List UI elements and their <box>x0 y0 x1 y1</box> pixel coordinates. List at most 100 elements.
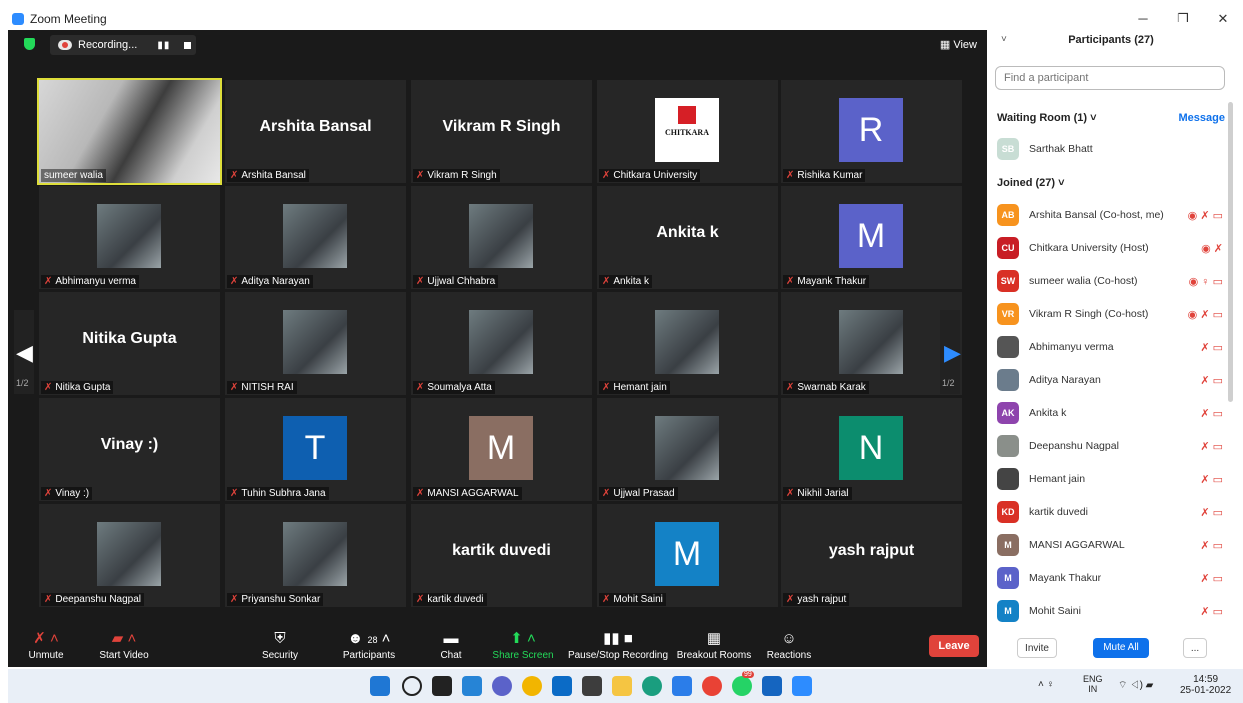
chat-button[interactable]: ▬ Chat <box>434 628 468 661</box>
mail-icon[interactable] <box>552 676 572 696</box>
tile-label-text: Ankita k <box>613 276 649 287</box>
participant-tile[interactable]: ✗ Hemant jain <box>597 292 778 395</box>
mute-all-button[interactable]: Mute All <box>1093 638 1149 658</box>
view-button[interactable]: ▦ View <box>940 38 977 51</box>
participant-tile[interactable]: ✗ Soumalya Atta <box>411 292 592 395</box>
message-waiting-button[interactable]: Message <box>1179 112 1225 124</box>
left-arrow-icon: ◀ <box>16 340 33 365</box>
participant-tile[interactable]: M ✗ MANSI AGGARWAL <box>411 398 592 501</box>
mic-muted-icon: ✗ <box>416 488 425 499</box>
participant-tile[interactable]: ✗ Abhimanyu verma <box>39 186 220 289</box>
participant-tile[interactable]: M ✗ Mohit Saini <box>597 504 778 607</box>
panel-header: ˅ Participants (27) <box>987 22 1235 58</box>
participant-tile[interactable]: Vinay :) ✗ Vinay :) <box>39 398 220 501</box>
participant-row[interactable]: Abhimanyu verma ✗ ▭ <box>997 332 1223 362</box>
participant-row[interactable]: SW sumeer walia (Co-host) ◉ ♀ ▭ <box>997 266 1223 296</box>
participant-row[interactable]: KD kartik duvedi ✗ ▭ <box>997 497 1223 527</box>
participant-tile[interactable]: T ✗ Tuhin Subhra Jana <box>225 398 406 501</box>
participant-name: Ankita k <box>1029 407 1067 419</box>
participant-status-icons: ✗ ▭ <box>1200 572 1223 585</box>
waiting-participant-row[interactable]: SB Sarthak Bhatt <box>997 134 1223 164</box>
invite-button[interactable]: Invite <box>1017 638 1057 658</box>
start-menu-icon[interactable] <box>370 676 390 696</box>
language-indicator[interactable]: ENG IN <box>1083 674 1103 694</box>
recording-indicator: Recording... ▮▮ <box>50 35 196 55</box>
encryption-shield-icon[interactable] <box>24 38 35 50</box>
participant-tile[interactable]: yash rajput ✗ yash rajput <box>781 504 962 607</box>
participant-row[interactable]: AB Arshita Bansal (Co-host, me) ◉ ✗ ▭ <box>997 200 1223 230</box>
participant-row[interactable]: M MANSI AGGARWAL ✗ ▭ <box>997 530 1223 560</box>
clock[interactable]: 14:59 25-01-2022 <box>1180 674 1231 696</box>
tile-name-text: Ankita k <box>656 224 719 241</box>
participant-row[interactable]: CU Chitkara University (Host) ◉ ✗ <box>997 233 1223 263</box>
participant-tile[interactable]: Nitika Gupta ✗ Nitika Gupta <box>39 292 220 395</box>
participant-row[interactable]: Hemant jain ✗ ▭ <box>997 464 1223 494</box>
joined-label: Joined (27) <box>997 177 1056 189</box>
todo-icon[interactable] <box>672 676 692 696</box>
unmute-button[interactable]: ✗ ˄ Unmute <box>26 628 66 661</box>
app-icon[interactable] <box>582 676 602 696</box>
participant-tile[interactable]: ✗ Ujjwal Prasad <box>597 398 778 501</box>
mic-muted-icon: ✗ <box>230 170 239 181</box>
task-view-icon[interactable] <box>432 676 452 696</box>
window-title: Zoom Meeting <box>30 12 107 26</box>
reactions-button[interactable]: ☺ Reactions <box>764 628 814 661</box>
next-page-button[interactable]: ▶ 1/2 <box>940 310 961 394</box>
participant-search-input[interactable] <box>995 66 1225 90</box>
participant-tile[interactable]: R ✗ Rishika Kumar <box>781 80 962 183</box>
security-label: Security <box>261 650 299 661</box>
edge-icon[interactable] <box>642 676 662 696</box>
tray-chevron-icon[interactable]: ˄ ♀ <box>1038 679 1054 690</box>
pause-recording-button[interactable]: ▮▮ ■ Pause/Stop Recording <box>566 628 670 661</box>
participant-tile[interactable]: Vikram R Singh ✗ Vikram R Singh <box>411 80 592 183</box>
participants-button[interactable]: ☻ 28 ˄ Participants <box>334 628 404 661</box>
breakout-rooms-button[interactable]: ▦ Breakout Rooms <box>676 628 752 661</box>
participant-tile[interactable]: ✗ Swarnab Karak <box>781 292 962 395</box>
zoom-taskbar-icon[interactable] <box>792 676 812 696</box>
participant-row[interactable]: Aditya Narayan ✗ ▭ <box>997 365 1223 395</box>
participant-tile[interactable]: N ✗ Nikhil Jarial <box>781 398 962 501</box>
search-icon[interactable] <box>402 676 422 696</box>
participant-tile[interactable]: ✗ Deepanshu Nagpal <box>39 504 220 607</box>
network-volume-battery-icon[interactable]: ⌔ ◁) ▰ <box>1118 679 1153 692</box>
chrome-profile-icon[interactable] <box>702 676 722 696</box>
pause-recording-icon[interactable]: ▮▮ <box>157 40 170 51</box>
participant-row[interactable]: Deepanshu Nagpal ✗ ▭ <box>997 431 1223 461</box>
participant-row[interactable]: M Mohit Saini ✗ ▭ <box>997 596 1223 626</box>
waiting-room-header[interactable]: Waiting Room (1) ˅ <box>997 112 1097 124</box>
participant-tile[interactable]: ✗ Aditya Narayan <box>225 186 406 289</box>
participant-tile[interactable]: ✗ Priyanshu Sonkar <box>225 504 406 607</box>
chrome-icon[interactable] <box>522 676 542 696</box>
start-video-button[interactable]: ▰ ˄ Start Video <box>94 628 154 661</box>
avatar <box>997 336 1019 358</box>
participant-name: Aditya Narayan <box>1029 374 1101 386</box>
teams-chat-icon[interactable] <box>492 676 512 696</box>
participant-tile[interactable]: Arshita Bansal ✗ Arshita Bansal <box>225 80 406 183</box>
share-screen-button[interactable]: ⬆ ˄ Share Screen <box>490 628 556 661</box>
participant-tile[interactable]: kartik duvedi ✗ kartik duvedi <box>411 504 592 607</box>
participant-row[interactable]: VR Vikram R Singh (Co-host) ◉ ✗ ▭ <box>997 299 1223 329</box>
avatar <box>997 468 1019 490</box>
stop-recording-icon[interactable] <box>184 41 192 49</box>
leave-button[interactable]: Leave <box>929 635 979 657</box>
participant-row[interactable]: AK Ankita k ✗ ▭ <box>997 398 1223 428</box>
whatsapp-icon[interactable]: 99 <box>732 671 754 696</box>
participant-tile[interactable]: M ✗ Mayank Thakur <box>781 186 962 289</box>
participant-tile[interactable]: ✗ NITISH RAI <box>225 292 406 395</box>
more-button[interactable]: ... <box>1183 638 1207 658</box>
mic-muted-icon: ✗ <box>602 488 611 499</box>
panel-scrollbar[interactable] <box>1228 102 1233 402</box>
widgets-icon[interactable] <box>462 676 482 696</box>
joined-header[interactable]: Joined (27) ˅ <box>997 177 1065 189</box>
participant-tile[interactable]: sumeer walia <box>37 78 222 185</box>
security-button[interactable]: ⛨ Security <box>260 628 300 661</box>
tile-label-text: Rishika Kumar <box>797 170 863 181</box>
prev-page-button[interactable]: ◀ 1/2 <box>14 310 34 394</box>
participant-tile[interactable]: ✗ Ujjwal Chhabra <box>411 186 592 289</box>
participant-tile[interactable]: CHITKARA ✗ Chitkara University <box>597 80 778 183</box>
participant-tile[interactable]: Ankita k ✗ Ankita k <box>597 186 778 289</box>
photos-icon[interactable] <box>762 676 782 696</box>
participant-row[interactable]: M Mayank Thakur ✗ ▭ <box>997 563 1223 593</box>
profile-photo <box>97 522 161 586</box>
file-explorer-icon[interactable] <box>612 676 632 696</box>
